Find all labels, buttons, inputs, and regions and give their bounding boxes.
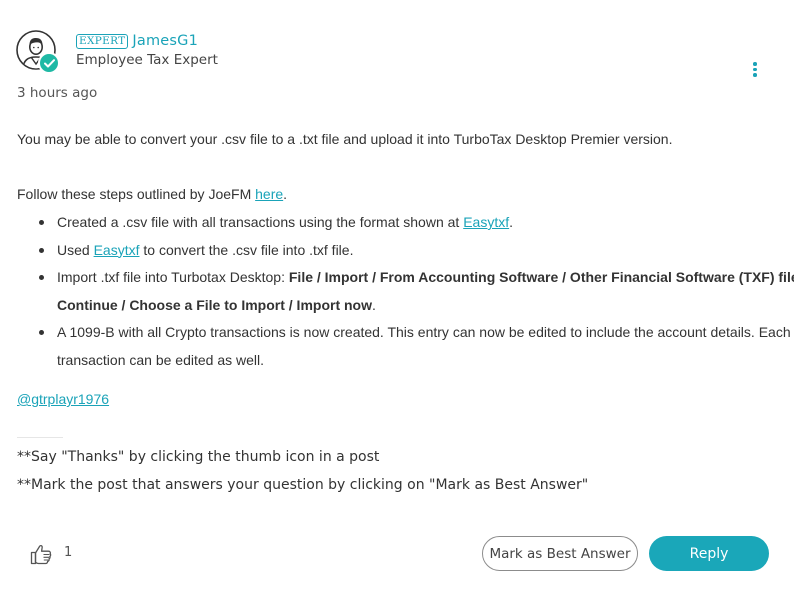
list-item: Import .txf file into Turbotax Desktop: … <box>39 264 794 319</box>
step-text: Created a .csv file with all transaction… <box>57 214 464 230</box>
community-post: EXPERT JamesG1 Employee Tax Expert 3 hou… <box>0 0 794 596</box>
list-item: Used Easytxf to convert the .csv file in… <box>39 237 794 265</box>
step-text: to convert the .csv file into .txf file. <box>139 241 354 258</box>
post-paragraph-steps-intro: Follow these steps outlined by JoeFM her… <box>17 186 287 202</box>
intro-text: Follow these steps outlined by JoeFM <box>17 186 256 202</box>
mark-best-answer-button[interactable]: Mark as Best Answer <box>482 536 638 571</box>
step-text: Used <box>57 241 94 258</box>
signature-line: **Say "Thanks" by clicking the thumb ico… <box>17 449 380 465</box>
signature-line: **Mark the post that answers your questi… <box>17 477 589 493</box>
list-item: Created a .csv file with all transaction… <box>39 209 794 237</box>
step-text: . <box>372 296 376 313</box>
step-text: Import .txf file into Turbotax Desktop: <box>57 269 289 285</box>
more-options-icon[interactable] <box>751 62 759 80</box>
verified-badge <box>38 52 60 74</box>
here-link[interactable]: here <box>255 186 283 202</box>
step-text: . <box>509 214 513 230</box>
list-item: A 1099-B with all Crypto transactions is… <box>39 319 794 374</box>
user-mention-link[interactable]: @gtrplayr1976 <box>17 391 109 407</box>
reply-button[interactable]: Reply <box>649 536 769 571</box>
steps-list: Created a .csv file with all transaction… <box>17 209 794 374</box>
like-count: 1 <box>64 545 73 560</box>
intro-period: . <box>283 186 288 202</box>
thumbs-up-icon[interactable] <box>29 542 53 566</box>
post-paragraph: You may be able to convert your .csv fil… <box>17 131 673 147</box>
author-line: EXPERT JamesG1 <box>76 33 198 49</box>
post-timestamp: 3 hours ago <box>17 85 98 101</box>
expert-badge: EXPERT <box>76 33 129 49</box>
step-text: A 1099-B with all Crypto transactions is… <box>57 324 791 368</box>
signature-divider <box>17 437 63 438</box>
author-name-link[interactable]: JamesG1 <box>132 33 198 49</box>
easytxf-link[interactable]: Easytxf <box>463 214 509 230</box>
easytxf-link[interactable]: Easytxf <box>94 242 140 258</box>
verified-check-icon <box>43 58 55 67</box>
author-title: Employee Tax Expert <box>76 52 218 68</box>
